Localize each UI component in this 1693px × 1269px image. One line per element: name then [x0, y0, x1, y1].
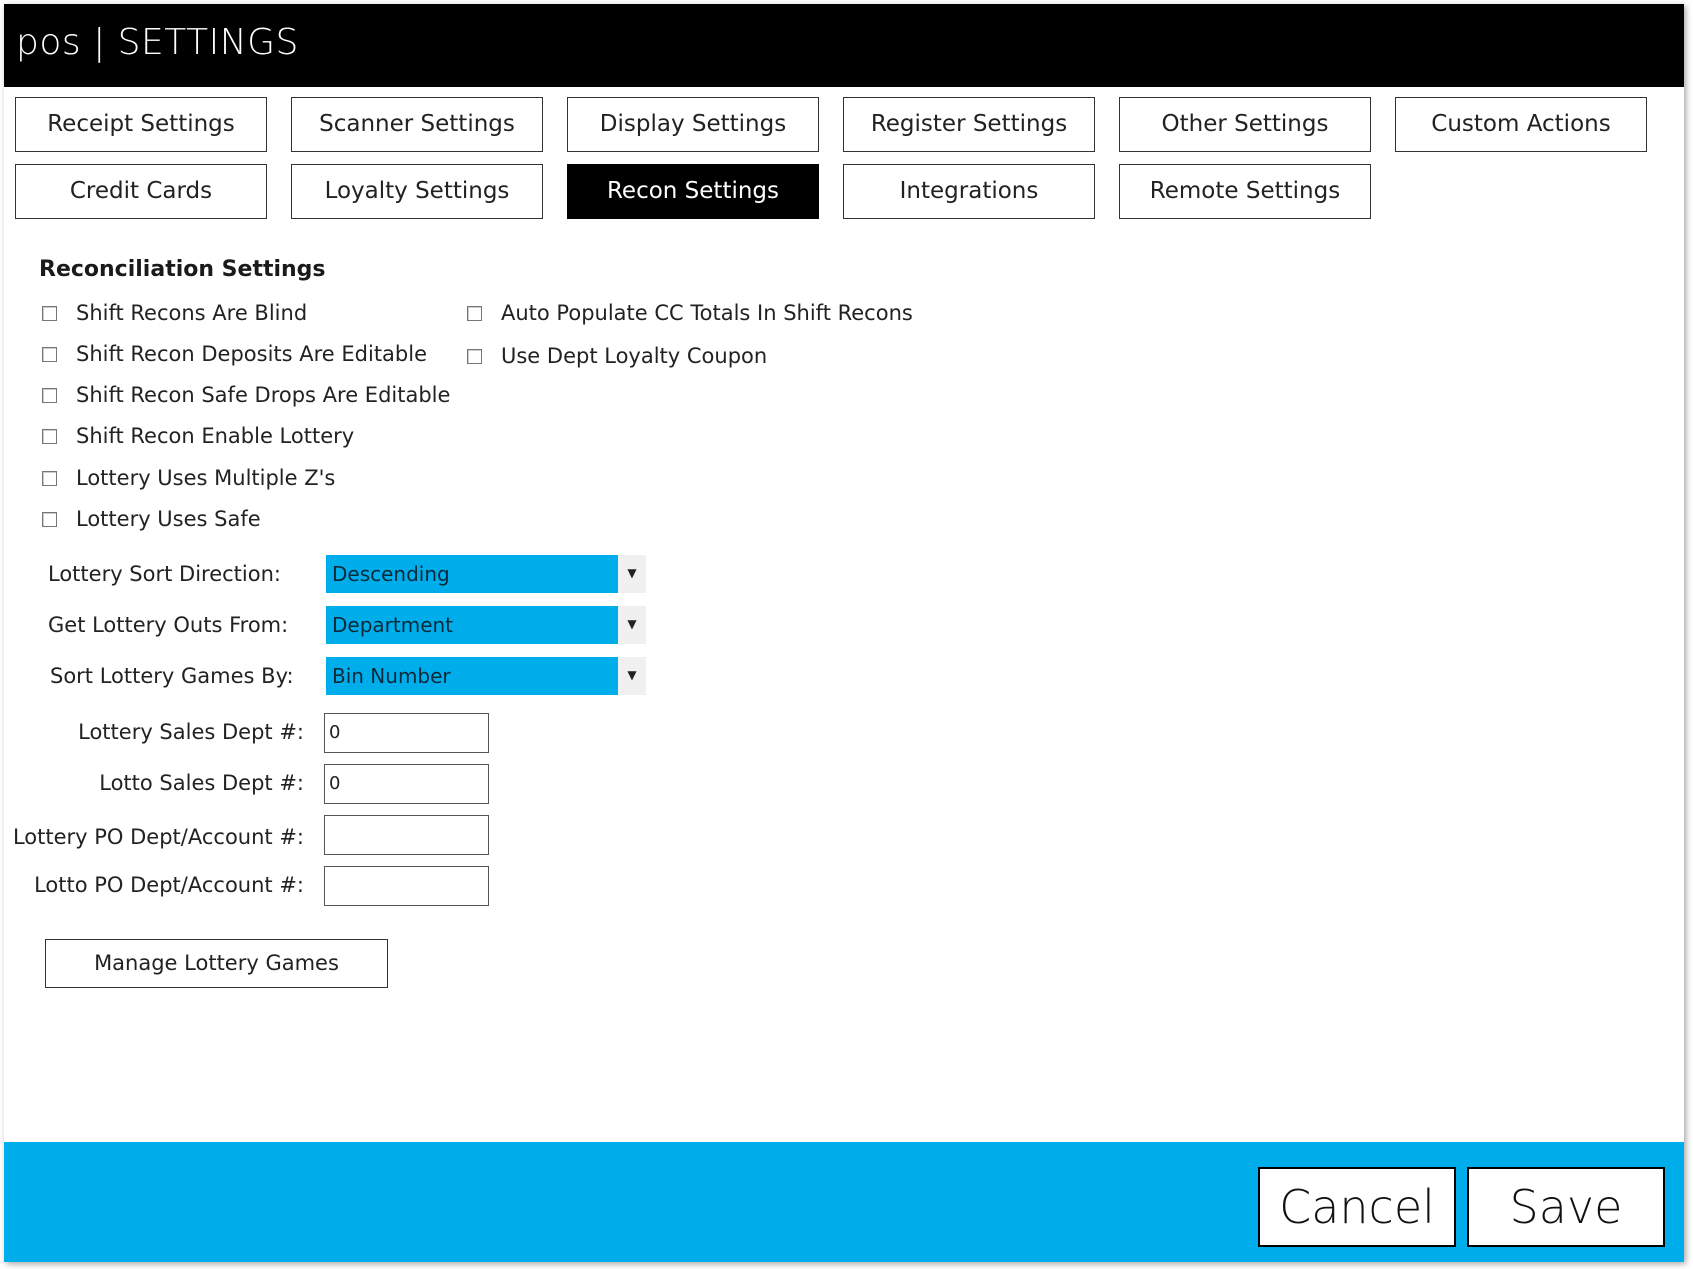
chevron-down-icon[interactable]: ▼ [618, 606, 646, 644]
chevron-down-icon[interactable]: ▼ [618, 657, 646, 695]
checkbox-label: Lottery Uses Safe [76, 507, 261, 531]
checkbox-box[interactable] [42, 305, 57, 321]
checkbox-label: Shift Recon Safe Drops Are Editable [76, 383, 451, 407]
save-button[interactable]: Save [1467, 1167, 1665, 1247]
lotto-sales-dept-field[interactable]: 0 [324, 764, 489, 804]
checkbox-box[interactable] [42, 346, 57, 362]
tab-remote-settings[interactable]: Remote Settings [1119, 164, 1371, 219]
tab-integrations[interactable]: Integrations [843, 164, 1095, 219]
tab-scanner-settings[interactable]: Scanner Settings [291, 97, 543, 152]
checkbox-deposits-editable[interactable]: Shift Recon Deposits Are Editable [42, 340, 427, 368]
checkbox-safe-drops-editable[interactable]: Shift Recon Safe Drops Are Editable [42, 381, 450, 409]
checkbox-enable-lottery[interactable]: Shift Recon Enable Lottery [42, 422, 354, 450]
lottery-sales-dept-field[interactable]: 0 [324, 713, 489, 753]
label-lotto-sales-dept: Lotto Sales Dept #: [99, 771, 304, 795]
checkbox-label: Shift Recon Enable Lottery [76, 424, 355, 448]
tab-receipt-settings[interactable]: Receipt Settings [15, 97, 267, 152]
manage-lottery-games-button[interactable]: Manage Lottery Games [45, 939, 388, 988]
lotto-po-dept-account-field[interactable] [324, 866, 489, 906]
checkbox-label: Auto Populate CC Totals In Shift Recons [501, 301, 913, 325]
checkbox-multiple-zs[interactable]: Lottery Uses Multiple Z's [42, 464, 335, 492]
settings-window: pos | SETTINGS Receipt Settings Scanner … [4, 4, 1684, 1262]
checkbox-box[interactable] [467, 305, 482, 321]
checkbox-auto-populate-cc[interactable]: Auto Populate CC Totals In Shift Recons [467, 299, 913, 327]
tab-credit-cards[interactable]: Credit Cards [15, 164, 267, 219]
tab-display-settings[interactable]: Display Settings [567, 97, 819, 152]
checkbox-box[interactable] [467, 348, 482, 364]
checkbox-box[interactable] [42, 511, 57, 527]
chevron-down-icon[interactable]: ▼ [618, 555, 646, 593]
checkbox-label: Shift Recons Are Blind [76, 301, 308, 325]
tab-register-settings[interactable]: Register Settings [843, 97, 1095, 152]
label-lottery-sales-dept: Lottery Sales Dept #: [78, 720, 304, 744]
section-title: Reconciliation Settings [39, 257, 326, 282]
label-lottery-po-dept-account: Lottery PO Dept/Account #: [12, 825, 304, 849]
checkbox-dept-loyalty-coupon[interactable]: Use Dept Loyalty Coupon [467, 342, 767, 370]
checkbox-shift-recons-blind[interactable]: Shift Recons Are Blind [42, 299, 307, 327]
label-sort-lottery-games-by: Sort Lottery Games By: [50, 664, 294, 688]
lottery-po-dept-account-field[interactable] [324, 815, 489, 855]
tab-loyalty-settings[interactable]: Loyalty Settings [291, 164, 543, 219]
tab-recon-settings[interactable]: Recon Settings [567, 164, 819, 219]
checkbox-lottery-uses-safe[interactable]: Lottery Uses Safe [42, 505, 261, 533]
select-value[interactable]: Descending [326, 555, 618, 593]
select-value[interactable]: Bin Number [326, 657, 618, 695]
checkbox-label: Use Dept Loyalty Coupon [501, 344, 768, 368]
checkbox-label: Shift Recon Deposits Are Editable [76, 342, 428, 366]
tab-other-settings[interactable]: Other Settings [1119, 97, 1371, 152]
cancel-button[interactable]: Cancel [1258, 1167, 1456, 1247]
checkbox-box[interactable] [42, 428, 57, 444]
checkbox-label: Lottery Uses Multiple Z's [76, 466, 336, 490]
tab-custom-actions[interactable]: Custom Actions [1395, 97, 1647, 152]
checkbox-box[interactable] [42, 470, 57, 486]
title-bar: pos | SETTINGS [4, 4, 1684, 87]
checkbox-box[interactable] [42, 387, 57, 403]
label-lottery-sort-direction: Lottery Sort Direction: [48, 562, 281, 586]
label-get-lottery-outs-from: Get Lottery Outs From: [48, 613, 289, 637]
select-value[interactable]: Department [326, 606, 618, 644]
window-title: pos | SETTINGS [16, 22, 299, 63]
label-lotto-po-dept-account: Lotto PO Dept/Account #: [34, 873, 304, 897]
